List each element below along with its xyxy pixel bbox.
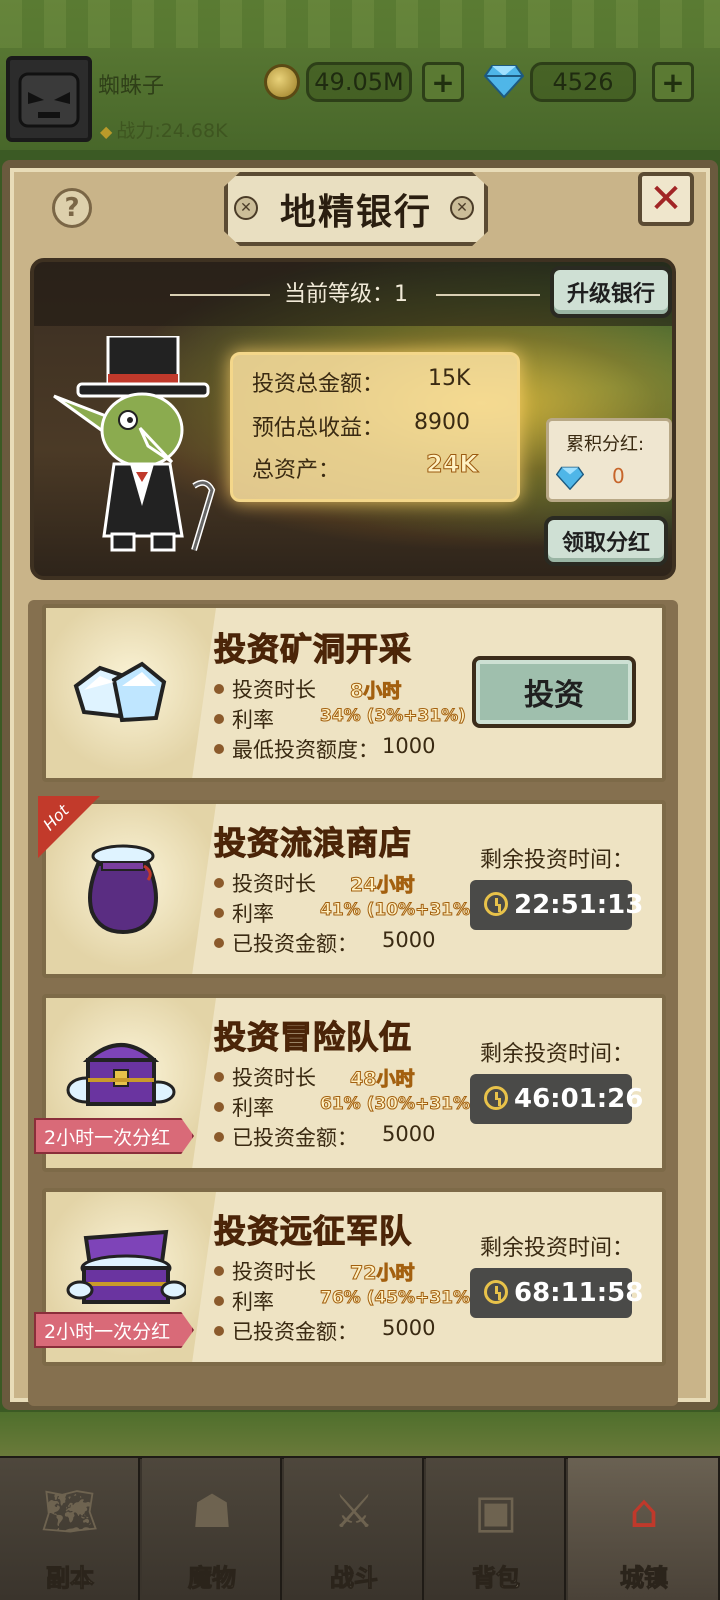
close-button[interactable]: ✕ <box>638 172 694 226</box>
total-invest-value: 15K <box>428 366 471 391</box>
bullet <box>214 878 224 888</box>
min-amount-label: 最低投资额度： <box>232 738 379 762</box>
invested-amount-value: 5000 <box>382 1122 436 1146</box>
gold-coin-icon <box>264 64 300 100</box>
duration-label: 投资时长 <box>232 1260 316 1284</box>
clock-icon <box>484 1086 508 1110</box>
invested-amount-label: 已投资金额： <box>232 1126 358 1150</box>
power-icon: ◆ <box>100 122 113 141</box>
bullet <box>214 744 224 754</box>
spider-avatar-icon <box>18 72 80 128</box>
swords-icon: ⚔ <box>333 1484 375 1538</box>
nav-town-label: 城镇 <box>620 1564 669 1593</box>
bank-level: 当前等级：1 <box>284 282 408 307</box>
gold-amount: 49.05M <box>306 62 412 102</box>
invested-amount-value: 5000 <box>382 1316 436 1340</box>
total-invest-label: 投资总金额： <box>252 372 385 397</box>
rate-value: 34% (3%+31%) <box>320 706 467 727</box>
bullet <box>214 684 224 694</box>
rivet-icon: ✕ <box>234 196 258 220</box>
player-name: 蜘蛛子 <box>98 74 165 99</box>
min-amount-value: 1000 <box>382 734 436 758</box>
total-assets-label: 总资产： <box>252 458 341 483</box>
total-assets-value: 24K <box>426 450 479 479</box>
claim-dividend-button[interactable]: 领取分红 <box>544 516 668 566</box>
card-title: 投资远征军队 <box>213 1212 413 1251</box>
remaining-time-label: 剩余投资时间： <box>480 1042 635 1067</box>
bullet <box>214 1132 224 1142</box>
combat-power-value: 战力:24.68K <box>116 120 228 142</box>
nav-backpack-label: 背包 <box>472 1564 521 1593</box>
duration-value: 8小时 <box>349 680 402 703</box>
add-gold-button[interactable]: + <box>422 62 464 102</box>
card-title: 投资流浪商店 <box>213 824 413 863</box>
card-title: 投资冒险队伍 <box>213 1018 413 1057</box>
rivet-icon: ✕ <box>450 196 474 220</box>
invest-button[interactable]: 投资 <box>472 656 636 728</box>
bullet <box>214 714 224 724</box>
invested-amount-label: 已投资金额： <box>232 1320 358 1344</box>
nav-battle-label: 战斗 <box>330 1564 379 1593</box>
est-income-value: 8900 <box>414 410 470 435</box>
duration-label: 投资时长 <box>232 678 316 702</box>
rate-value: 41% (10%+31%) <box>320 900 479 921</box>
nav-monsters-label: 魔物 <box>188 1564 237 1593</box>
card-title: 投资矿洞开采 <box>213 630 413 669</box>
diamond-icon <box>484 65 524 98</box>
upgrade-bank-button[interactable]: 升级银行 <box>550 266 672 318</box>
bullet <box>214 1072 224 1082</box>
rate-label: 利率 <box>232 902 274 926</box>
est-income-label: 预估总收益： <box>252 416 385 441</box>
rate-value: 61% (30%+31%) <box>320 1094 479 1115</box>
gem-amount: 4526 <box>530 62 636 102</box>
rate-value: 76% (45%+31%) <box>320 1288 479 1309</box>
remaining-time-label: 剩余投资时间： <box>480 848 635 873</box>
bullet <box>214 908 224 918</box>
bullet <box>214 938 224 948</box>
clock-icon <box>484 1280 508 1304</box>
open-treasure-chest-icon <box>66 1229 186 1304</box>
map-icon: 🗺 <box>40 1484 100 1538</box>
add-gems-button[interactable]: + <box>652 62 694 102</box>
invested-amount-value: 5000 <box>382 928 436 952</box>
bullet <box>214 1266 224 1276</box>
dividend-value: 0 <box>612 464 625 488</box>
combat-power: ◆ 战力:24.68K <box>100 116 228 143</box>
monster-icon: ☗ <box>191 1484 233 1538</box>
title-plate: 地精银行 <box>224 172 488 246</box>
divider <box>170 294 270 296</box>
remaining-time-label: 剩余投资时间： <box>480 1236 635 1261</box>
rate-label: 利率 <box>232 708 274 732</box>
treasure-chest-icon <box>66 1043 176 1106</box>
dividend-ribbon: 2小时一次分红 <box>34 1312 194 1348</box>
bullet <box>214 1326 224 1336</box>
rate-label: 利率 <box>232 1096 274 1120</box>
divider <box>436 294 540 296</box>
town-icon: ⌂ <box>629 1484 659 1538</box>
duration-label: 投资时长 <box>232 872 316 896</box>
page-title: 地精银行 <box>279 192 432 233</box>
duration-label: 投资时长 <box>232 1066 316 1090</box>
nav-dungeon-label: 副本 <box>46 1564 95 1593</box>
background-strip <box>0 1412 720 1456</box>
bullet <box>214 1296 224 1306</box>
backpack-icon: ▣ <box>474 1484 518 1538</box>
goblin-banker-icon <box>53 336 216 552</box>
treasure-bag-icon <box>88 844 158 934</box>
crystal-ore-icon <box>73 661 167 723</box>
invested-amount-label: 已投资金额： <box>232 932 358 956</box>
duration-value: 24小时 <box>349 874 415 897</box>
clock-icon <box>484 892 508 916</box>
avatar[interactable] <box>6 56 92 142</box>
duration-value: 72小时 <box>349 1262 415 1285</box>
help-button[interactable]: ? <box>52 188 92 228</box>
diamond-icon <box>556 466 584 490</box>
bullet <box>214 1102 224 1112</box>
rate-label: 利率 <box>232 1290 274 1314</box>
dividend-label: 累积分红: <box>566 434 645 455</box>
dividend-ribbon: 2小时一次分红 <box>34 1118 194 1154</box>
duration-value: 48小时 <box>349 1068 415 1091</box>
